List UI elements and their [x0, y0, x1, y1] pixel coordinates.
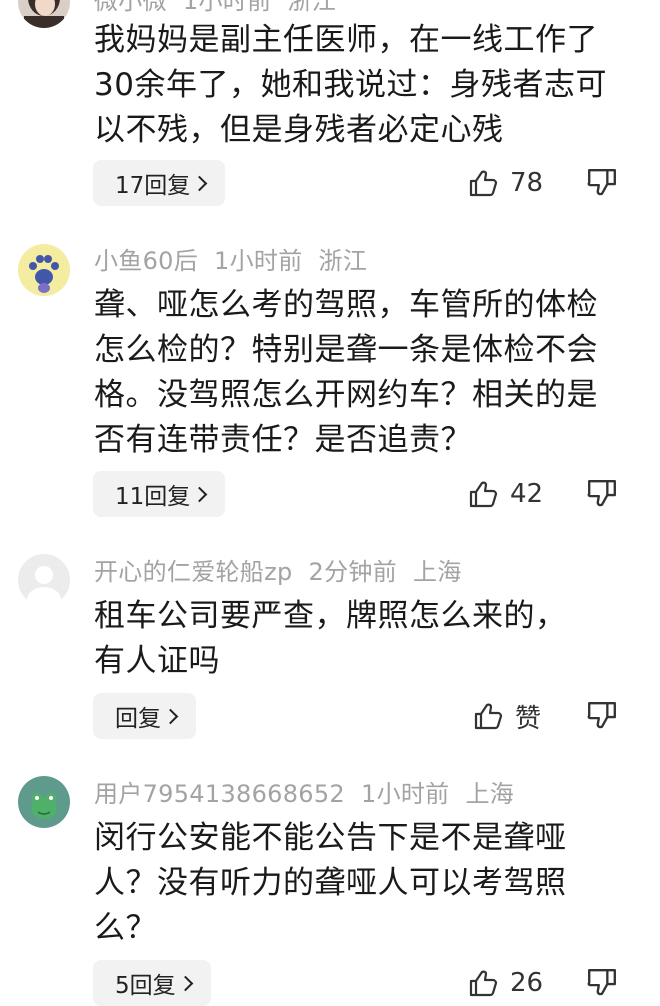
thumbs-down-icon — [587, 702, 616, 729]
comment-text: 我妈妈是副主任医师，在一线工作了30余年了，她和我说过：身残者志可以不残，但是身… — [94, 22, 607, 148]
like-button[interactable]: 26 — [468, 960, 543, 1006]
username[interactable]: 用户7954138668652 — [94, 780, 345, 808]
timestamp: 1小时前 — [361, 780, 450, 808]
dislike-button[interactable] — [586, 693, 618, 739]
location: 浙江 — [318, 247, 368, 275]
woman-photo-avatar-icon — [18, 0, 70, 28]
chevron-right-icon — [192, 175, 208, 191]
reply-button[interactable]: 回复 — [93, 693, 196, 739]
like-button[interactable]: 42 — [468, 471, 543, 517]
comment-meta: 开心的仁爱轮船zp 2分钟前 上海 — [94, 557, 478, 587]
comment-meta: 用户7954138668652 1小时前 上海 — [94, 779, 530, 809]
chevron-right-icon — [192, 486, 208, 502]
comment-meta: 小鱼60后 1小时前 浙江 — [94, 246, 383, 276]
thumbs-up-icon — [469, 170, 498, 197]
timestamp: 1小时前 — [182, 0, 272, 15]
like-button[interactable]: 赞 — [473, 693, 541, 739]
comment-text: 租车公司要严查，牌照怎么来的，有人证吗 — [94, 598, 567, 679]
thumbs-down-icon — [587, 969, 616, 996]
thumbs-down-icon — [587, 480, 616, 507]
timestamp: 1小时前 — [214, 247, 303, 275]
dislike-button[interactable] — [586, 160, 618, 206]
location: 上海 — [413, 558, 462, 586]
avatar[interactable] — [18, 0, 70, 28]
thumbs-down-icon — [587, 169, 616, 196]
timestamp: 2分钟前 — [308, 558, 398, 586]
reply-label: 17回复 — [115, 173, 191, 199]
like-count: 赞 — [515, 703, 542, 734]
reply-button[interactable]: 5回复 — [93, 960, 211, 1006]
comment-text: 闵行公安能不能公告下是不是聋哑人？没有听力的聋哑人可以考驾照么？ — [94, 820, 567, 946]
default-user-avatar-icon — [18, 554, 70, 606]
thumbs-up-icon — [469, 970, 498, 997]
username[interactable]: 开心的仁爱轮船zp — [94, 558, 293, 586]
avatar[interactable] — [18, 244, 70, 296]
dislike-button[interactable] — [586, 471, 618, 517]
thumbs-up-icon — [474, 703, 503, 730]
avatar[interactable] — [18, 554, 70, 606]
reply-label: 5回复 — [115, 973, 176, 999]
location: 浙江 — [287, 0, 336, 15]
reply-button[interactable]: 17回复 — [93, 160, 226, 206]
chevron-right-icon — [162, 708, 179, 724]
avatar[interactable] — [18, 776, 70, 828]
reply-label: 回复 — [115, 706, 161, 732]
comment-meta: 微小微 1小时前 浙江 — [94, 0, 352, 16]
chevron-right-icon — [177, 975, 193, 991]
username[interactable]: 微小微 — [94, 0, 167, 15]
thumbs-up-icon — [469, 481, 498, 508]
comment-text: 聋、哑怎么考的驾照，车管所的体检怎么检的？特别是聋一条是体检不会格。没驾照怎么开… — [94, 287, 598, 458]
location: 上海 — [465, 780, 515, 808]
dislike-button[interactable] — [586, 960, 618, 1006]
reply-button[interactable]: 11回复 — [93, 471, 226, 517]
like-count: 26 — [510, 968, 544, 998]
reply-label: 11回复 — [115, 484, 191, 510]
like-count: 78 — [510, 168, 544, 198]
like-count: 42 — [510, 479, 544, 509]
paw-avatar-icon — [18, 244, 70, 296]
frog-avatar-icon — [18, 776, 70, 828]
like-button[interactable]: 78 — [468, 160, 543, 206]
username[interactable]: 小鱼60后 — [94, 247, 198, 275]
